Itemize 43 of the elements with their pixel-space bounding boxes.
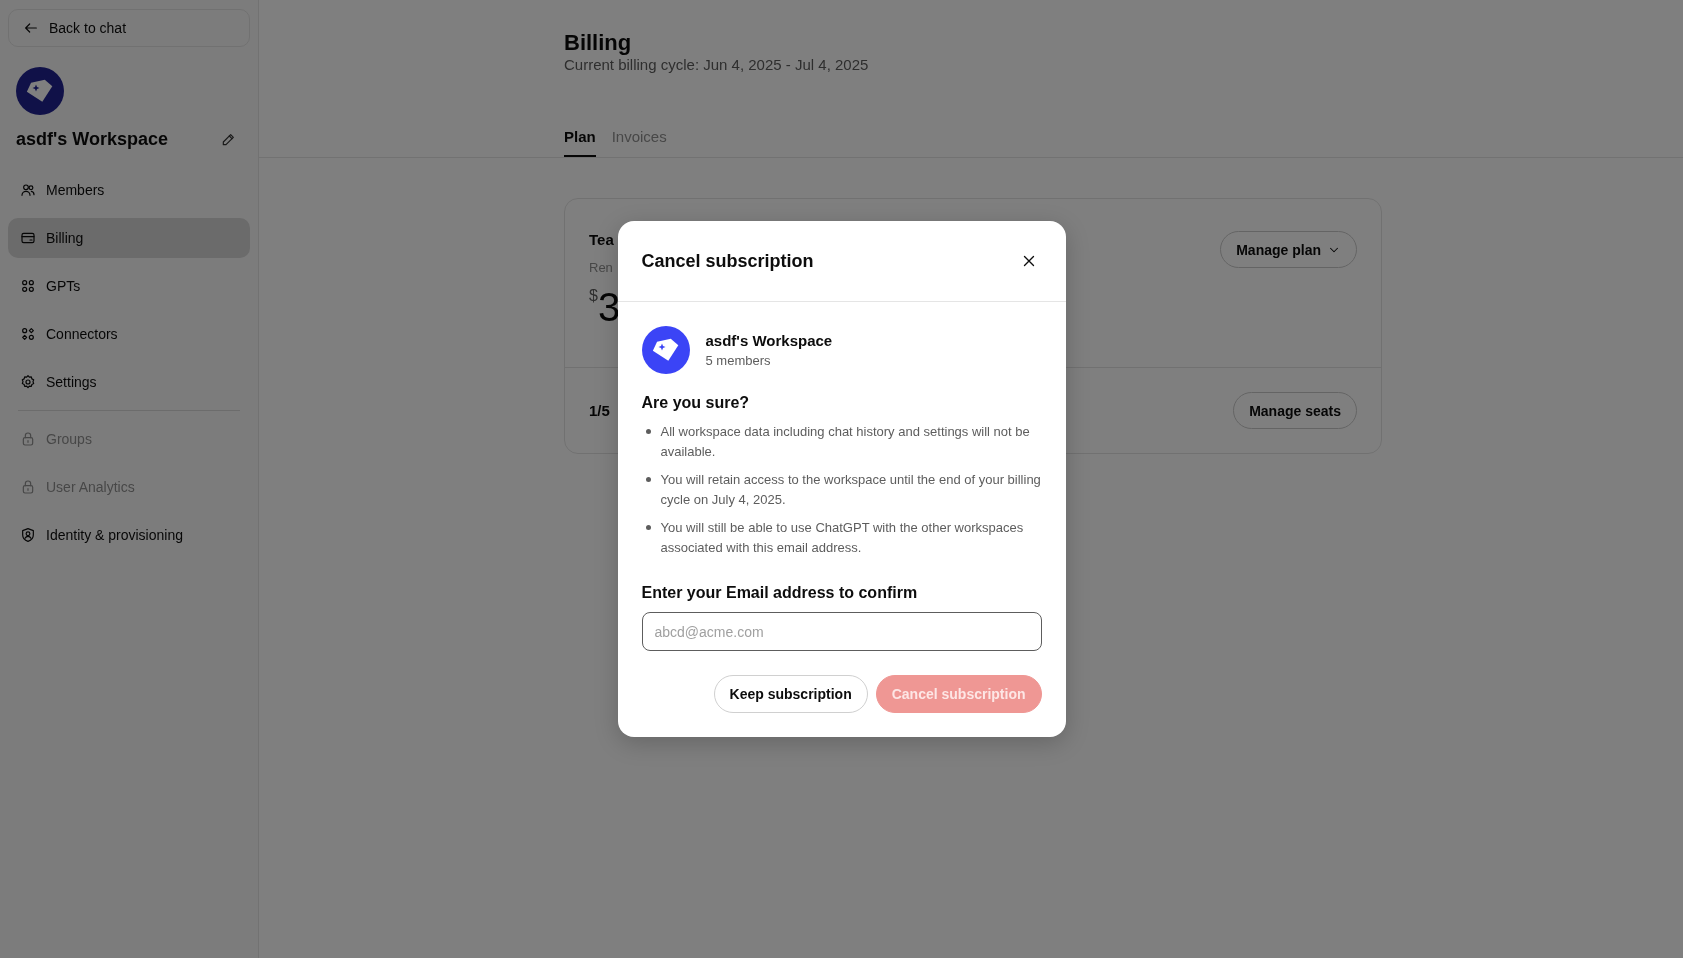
warning-text: You will still be able to use ChatGPT with the other workspaces associated with this email address. — [660, 519, 1025, 557]
workspace-name: asdf's Workspace — [705, 332, 833, 349]
members-icon — [20, 182, 36, 198]
warning-text: All workspace data including chat history and settings will not be available. — [660, 423, 1031, 461]
billing-cycle: Current billing cycle: Jun 4, 2025 - Jul 4, 2025 — [564, 56, 870, 74]
member-count: 5 members — [705, 353, 772, 368]
workspace-logo — [16, 67, 64, 115]
sidebar-item[interactable]: Members — [8, 170, 250, 210]
renewal-text: Ren — [589, 260, 614, 275]
currency-symbol: $ — [589, 287, 598, 304]
tab[interactable]: Plan — [564, 128, 596, 157]
page-title: Billing — [564, 30, 633, 56]
plan-name: Tea — [589, 231, 615, 248]
manage-plan-button[interactable]: Manage plan — [1220, 231, 1357, 268]
email-label: Enter your Email address to confirm — [641, 584, 919, 602]
workspace-logo — [641, 326, 690, 374]
bullet-icon — [645, 429, 651, 434]
gear-icon — [20, 374, 36, 390]
shield-user-icon — [20, 527, 36, 543]
email-field[interactable]: abcd@acme.com — [641, 612, 1042, 651]
arrow-left-icon — [23, 20, 39, 36]
bullet-icon — [645, 477, 651, 482]
lock-icon — [20, 479, 36, 495]
bullet-icon — [645, 525, 651, 530]
warning-text: You will retain access to the workspace until the end of your billing cycle on July 4, 2025. — [660, 471, 1042, 509]
card-icon — [20, 230, 36, 246]
manage-seats-button[interactable]: Manage seats — [1233, 392, 1357, 429]
question: Are you sure? — [641, 394, 751, 412]
price: 3 — [597, 285, 621, 329]
sidebar-item[interactable]: GPTs — [8, 266, 250, 306]
sidebar-item[interactable]: Connectors — [8, 314, 250, 354]
connectors-icon — [20, 326, 36, 342]
lock-icon — [20, 431, 36, 447]
pencil-icon — [220, 131, 236, 148]
back-button[interactable]: Back to chat — [8, 9, 250, 47]
keep-button[interactable]: Keep subscription — [713, 675, 868, 713]
sidebar-item[interactable]: Billing — [8, 218, 250, 258]
dialog-title: Cancel subscription — [641, 250, 814, 272]
sidebar-item[interactable]: Identity & provisioning — [8, 515, 250, 555]
grid-icon — [20, 278, 36, 294]
workspace-name: asdf's Workspace — [16, 129, 168, 150]
sidebar-item[interactable]: Settings — [8, 362, 250, 402]
seat-count: 1/5 — [589, 402, 610, 419]
